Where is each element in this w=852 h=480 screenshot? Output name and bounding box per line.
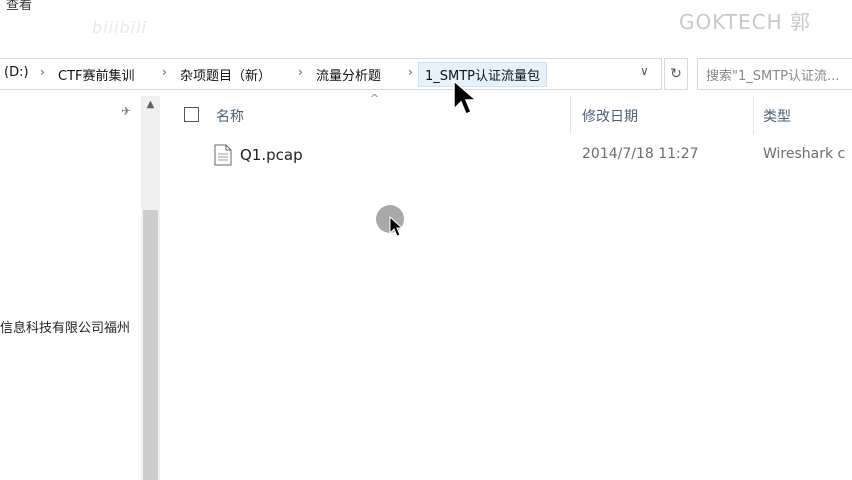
pcap-file-icon — [214, 144, 232, 166]
column-divider[interactable] — [570, 96, 571, 134]
column-header-date[interactable]: 修改日期 — [582, 106, 638, 126]
breadcrumb-separator[interactable]: › — [408, 65, 413, 79]
breadcrumb-misc[interactable]: 杂项题目（新） — [180, 65, 271, 84]
pin-icon[interactable]: ✈ — [121, 104, 131, 118]
breadcrumb-separator[interactable]: › — [40, 65, 45, 79]
watermark: GOKTECH 郭 — [679, 10, 812, 34]
sort-ascending-icon: ^ — [370, 92, 380, 105]
breadcrumb-current[interactable]: 1_SMTP认证流量包 — [418, 62, 548, 87]
breadcrumb-traffic[interactable]: 流量分析题 — [316, 65, 381, 84]
address-bar[interactable]: (D:) › CTF赛前集训 › 杂项题目（新） › 流量分析题 › 1_SMT… — [0, 58, 662, 90]
view-tab[interactable]: 查看 — [6, 0, 32, 13]
scroll-up-icon[interactable]: ▲ — [141, 96, 160, 114]
chevron-down-icon[interactable]: ∨ — [640, 64, 649, 78]
nav-scrollbar[interactable]: ▲ — [141, 96, 160, 480]
search-input[interactable]: 搜索"1_SMTP认证流... — [697, 58, 852, 90]
column-header-row: 名称 ^ 修改日期 类型 — [162, 92, 852, 134]
refresh-icon[interactable]: ↻ — [664, 58, 688, 90]
breadcrumb-separator[interactable]: › — [162, 65, 167, 79]
select-all-checkbox[interactable] — [184, 107, 199, 122]
navigation-pane — [0, 92, 140, 480]
mouse-pointer-icon — [453, 79, 478, 115]
column-divider[interactable] — [753, 96, 754, 134]
breadcrumb-drive[interactable]: (D:) — [4, 65, 29, 80]
file-row[interactable]: Q1.pcap 2014/7/18 11:27 Wireshark c — [162, 141, 852, 171]
bilibili-logo: bilibili — [92, 18, 147, 37]
scrollbar-thumb[interactable] — [143, 210, 158, 480]
file-modified-date: 2014/7/18 11:27 — [582, 146, 699, 162]
breadcrumb-separator[interactable]: › — [298, 65, 303, 79]
file-name[interactable]: Q1.pcap — [240, 146, 303, 164]
column-header-type[interactable]: 类型 — [763, 106, 791, 126]
file-type: Wireshark c — [763, 146, 846, 162]
breadcrumb-ctf[interactable]: CTF赛前集训 — [58, 65, 135, 84]
mouse-pointer-icon — [389, 216, 403, 237]
column-header-name[interactable]: 名称 — [216, 106, 244, 126]
nav-item-label[interactable]: 信息科技有限公司福州 — [0, 317, 130, 336]
